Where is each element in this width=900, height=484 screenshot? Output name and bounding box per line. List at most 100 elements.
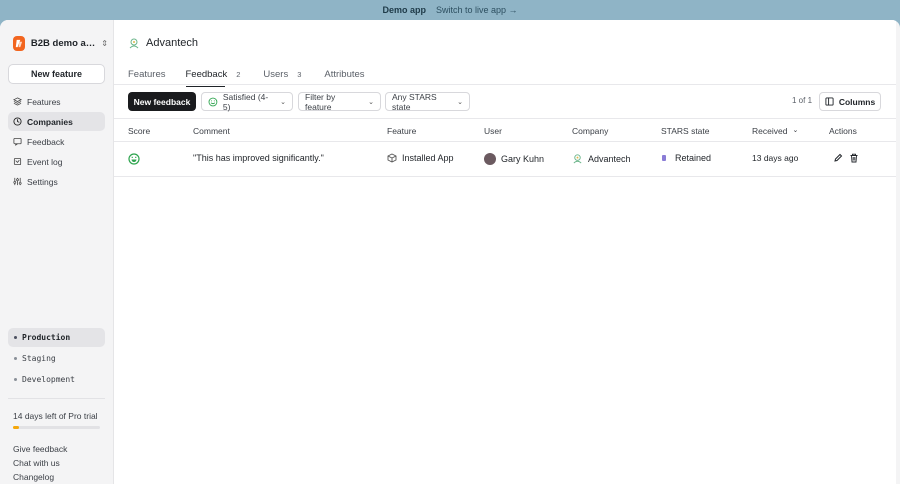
sidebar-item-label: Companies <box>27 116 73 127</box>
column-header-user[interactable]: User <box>484 126 502 136</box>
received-header-label: Received <box>752 126 788 136</box>
new-feature-button[interactable]: New feature <box>8 64 105 84</box>
trial-progress-fill <box>13 426 20 429</box>
feature-filter[interactable]: Filter by feature ⌄ <box>298 91 381 112</box>
company-header: Advantech <box>128 37 198 49</box>
chevron-down-icon: ⌄ <box>368 98 374 106</box>
stars-state-filter[interactable]: Any STARS state ⌄ <box>385 91 470 112</box>
sidebar: B2B demo a… ⇕ New feature Features Compa… <box>0 20 114 484</box>
tab-count-badge: 2 <box>236 69 241 79</box>
column-header-comment[interactable]: Comment <box>193 126 230 136</box>
feature-filter-value: Filter by feature <box>305 91 336 112</box>
retained-state-icon <box>662 155 666 161</box>
companies-icon <box>13 117 22 126</box>
main-content: Advantech Features Feedback 2 Users 3 At… <box>114 20 896 484</box>
column-header-stars-state[interactable]: STARS state <box>661 126 710 136</box>
env-staging[interactable]: Staging <box>8 349 105 368</box>
satisfaction-filter-value: Satisfied (4-5) <box>222 91 269 112</box>
sidebar-nav: Features Companies Feedback Event log Se… <box>8 92 105 192</box>
env-production[interactable]: Production <box>8 328 105 347</box>
columns-icon <box>825 97 834 106</box>
trial-progress-bar <box>13 426 100 429</box>
sidebar-divider <box>8 398 105 399</box>
delete-icon[interactable] <box>849 153 859 163</box>
env-label: Production <box>22 333 71 342</box>
org-logo-icon <box>13 36 25 51</box>
column-header-score[interactable]: Score <box>128 126 150 136</box>
env-label: Development <box>22 375 75 384</box>
trial-status: 14 days left of Pro trial <box>13 411 98 421</box>
env-development[interactable]: Development <box>8 370 105 389</box>
stars-filter-value: Any STARS state <box>392 91 437 112</box>
chevron-down-icon: ⌄ <box>457 98 463 106</box>
company-avatar-icon <box>129 38 139 49</box>
sidebar-item-settings[interactable]: Settings <box>8 172 105 191</box>
edit-icon[interactable] <box>833 153 843 163</box>
user-avatar <box>484 153 496 165</box>
feedback-table: Score Comment Feature User Company STARS… <box>114 118 896 177</box>
env-dot-icon <box>14 378 17 381</box>
env-dot-icon <box>14 357 17 360</box>
satisfaction-filter[interactable]: Satisfied (4-5) ⌄ <box>201 91 293 112</box>
tab-users[interactable]: Users 3 <box>263 63 304 85</box>
tab-count-badge: 3 <box>297 69 302 79</box>
sidebar-item-features[interactable]: Features <box>8 92 105 111</box>
feedback-icon <box>13 137 22 146</box>
received-cell: 13 days ago <box>752 153 799 163</box>
column-header-actions: Actions <box>829 126 857 136</box>
tab-label: Attributes <box>324 68 365 80</box>
tab-label: Users <box>263 68 289 80</box>
table-header: Score Comment Feature User Company STARS… <box>114 118 896 142</box>
columns-label: Columns <box>838 96 876 107</box>
column-header-company[interactable]: Company <box>572 126 608 136</box>
give-feedback-link[interactable]: Give feedback <box>13 442 67 456</box>
tab-features[interactable]: Features <box>128 63 166 85</box>
org-name: B2B demo a… <box>30 38 96 49</box>
event-log-icon <box>13 157 22 166</box>
company-avatar-icon <box>573 154 582 164</box>
env-label: Staging <box>22 354 56 363</box>
features-icon <box>13 97 22 106</box>
switch-to-live-link[interactable]: Switch to live app → <box>436 5 518 15</box>
new-feedback-button[interactable]: New feedback <box>128 92 196 111</box>
app-window: B2B demo a… ⇕ New feature Features Compa… <box>0 20 900 484</box>
company-name: Advantech <box>588 153 631 164</box>
sidebar-footer: Give feedback Chat with us Changelog <box>13 442 67 484</box>
score-cell <box>128 153 140 165</box>
org-switcher[interactable]: B2B demo a… ⇕ <box>13 36 108 51</box>
env-dot-icon <box>14 336 17 339</box>
tab-attributes[interactable]: Attributes <box>324 63 364 85</box>
sidebar-item-label: Features <box>27 96 61 107</box>
banner-title: Demo app <box>382 5 426 15</box>
chat-with-us-link[interactable]: Chat with us <box>13 456 67 470</box>
company-tabs: Features Feedback 2 Users 3 Attributes <box>128 63 385 87</box>
user-name: Gary Kuhn <box>501 154 545 164</box>
table-row[interactable]: "This has improved significantly." Insta… <box>114 142 896 177</box>
company-cell[interactable]: Advantech <box>572 153 631 164</box>
column-header-received[interactable]: Received ⌄ <box>752 126 798 136</box>
score-satisfied-icon <box>128 153 140 165</box>
environment-switcher: Production Staging Development <box>8 328 105 391</box>
feature-name: Installed App <box>402 153 454 163</box>
feature-cell[interactable]: Installed App <box>387 153 454 163</box>
tab-feedback[interactable]: Feedback 2 <box>185 63 244 87</box>
tabs-divider <box>114 84 896 85</box>
smiley-icon <box>208 97 218 106</box>
comment-cell: "This has improved significantly." <box>193 153 324 163</box>
user-cell[interactable]: Gary Kuhn <box>484 153 544 165</box>
columns-button[interactable]: Columns <box>819 92 881 111</box>
tab-label: Features <box>128 68 166 80</box>
sidebar-item-label: Settings <box>27 176 58 187</box>
settings-icon <box>13 177 22 186</box>
column-header-feature[interactable]: Feature <box>387 126 416 136</box>
chevron-down-icon: ⌄ <box>280 98 286 106</box>
sidebar-item-companies[interactable]: Companies <box>8 112 105 131</box>
stars-state-value: Retained <box>675 153 712 163</box>
changelog-link[interactable]: Changelog <box>13 470 67 484</box>
feature-icon <box>387 153 397 163</box>
sidebar-item-feedback[interactable]: Feedback <box>8 132 105 151</box>
sidebar-item-event-log[interactable]: Event log <box>8 152 105 171</box>
pagination-status: 1 of 1 <box>792 96 813 105</box>
sidebar-item-label: Event log <box>27 156 63 167</box>
chevron-updown-icon: ⇕ <box>101 39 108 48</box>
